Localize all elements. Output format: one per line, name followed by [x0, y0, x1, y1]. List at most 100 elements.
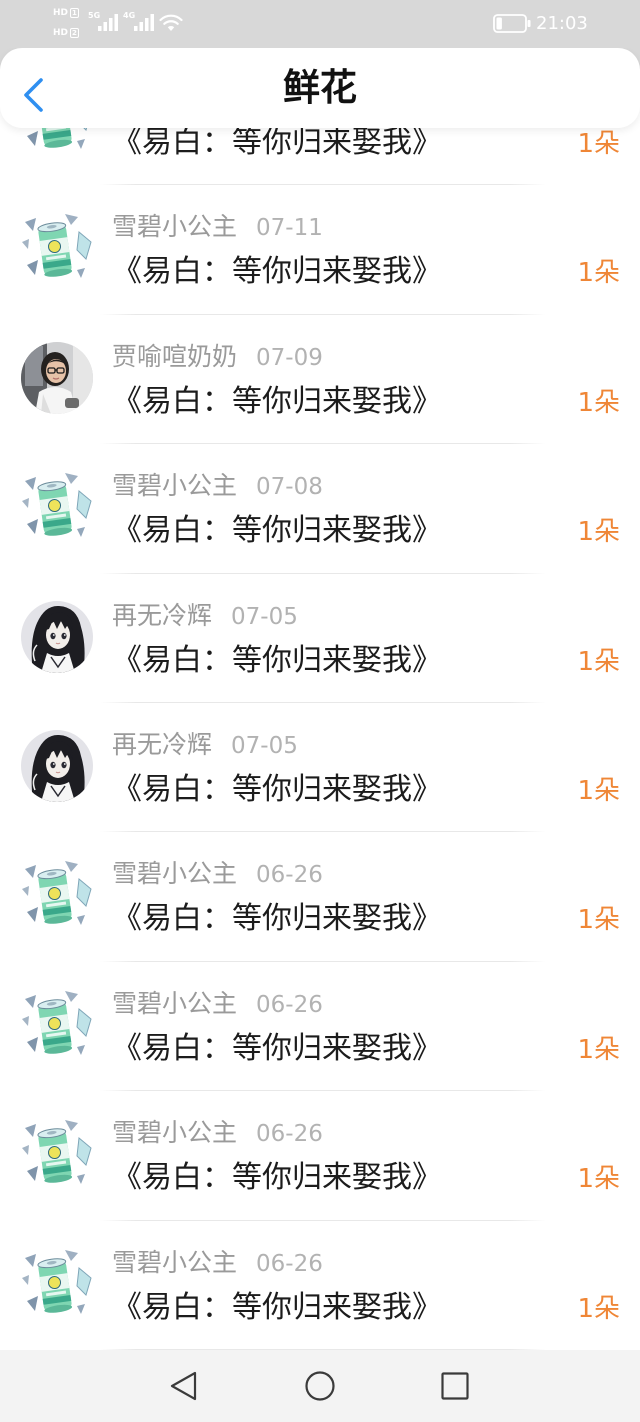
system-navigation-bar — [0, 1350, 640, 1422]
sender-name: 雪碧小公主 — [112, 988, 238, 1018]
sender-info: 雪碧小公主 06-26 — [112, 1248, 323, 1278]
page-title: 鲜花 — [283, 66, 357, 109]
flower-count: 1朵 — [577, 258, 620, 289]
flower-count: 1朵 — [577, 517, 620, 548]
back-triangle-icon[interactable] — [168, 1371, 198, 1401]
sender-info: 再无冷辉 07-05 — [112, 601, 298, 631]
hd-badge-sim1: HD 1 — [53, 7, 79, 19]
photo-avatar-frame — [21, 729, 93, 802]
avatar[interactable] — [21, 471, 93, 543]
book-title: 《易白：等你归来娶我》 — [112, 254, 442, 290]
sender-name: 雪碧小公主 — [112, 1247, 238, 1277]
sender-info: 雪碧小公主 06-26 — [112, 1118, 323, 1148]
sender-info: 雪碧小公主 06-26 — [112, 989, 323, 1019]
soda-can — [37, 999, 73, 1054]
list-item[interactable]: 贾喻喧奶奶 07-09 《易白：等你归来娶我》 1朵 — [0, 315, 640, 445]
book-title: 《易白：等你归来娶我》 — [112, 125, 442, 160]
avatar[interactable] — [21, 212, 93, 284]
sender-info: 雪碧小公主 07-11 — [112, 212, 323, 242]
flower-count: 1朵 — [577, 1034, 620, 1065]
recents-square-icon[interactable] — [441, 1372, 469, 1400]
hd-label: HD — [53, 8, 69, 18]
sender-info: 贾喻喧奶奶 07-09 — [112, 342, 323, 372]
send-date: 07-11 — [256, 215, 323, 242]
avatar[interactable] — [21, 729, 93, 802]
top-app-bar: 鲜花 — [0, 48, 640, 128]
hd-badge-sim2: HD 2 — [53, 27, 79, 39]
soda-can-avatar-image — [22, 990, 92, 1055]
sender-name: 贾喻喧奶奶 — [112, 341, 238, 371]
sender-name: 再无冷辉 — [112, 729, 213, 759]
list-item[interactable]: 再无冷辉 07-05 《易白：等你归来娶我》 1朵 — [0, 703, 640, 833]
sim-slot-number: 2 — [70, 28, 79, 38]
list-item[interactable]: 雪碧小公主 07-08 《易白：等你归来娶我》 1朵 — [0, 444, 640, 574]
send-date: 06-26 — [256, 862, 323, 889]
list-item[interactable]: 雪碧小公主 06-26 《易白：等你归来娶我》 1朵 — [0, 1091, 640, 1221]
send-date: 06-26 — [256, 1250, 323, 1277]
flower-count: 1朵 — [577, 129, 620, 159]
soda-can — [37, 869, 73, 925]
wifi-icon — [159, 14, 183, 31]
avatar[interactable] — [21, 859, 93, 931]
avatar[interactable] — [21, 1118, 93, 1190]
list-item[interactable]: 雪碧小公主 06-26 《易白：等你归来娶我》 1朵 — [0, 1221, 640, 1350]
home-circle-icon[interactable] — [305, 1371, 335, 1401]
sender-name: 再无冷辉 — [112, 600, 213, 630]
avatar[interactable] — [21, 341, 93, 414]
flower-gift-list: 《易白：等你归来娶我》 1朵 雪碧小公主 07-11 《易白：等你归来娶我》 1… — [0, 56, 640, 1350]
send-date: 06-26 — [256, 1121, 323, 1148]
soda-can-avatar-image — [22, 473, 92, 538]
sender-name: 雪碧小公主 — [112, 471, 238, 501]
book-title: 《易白：等你归来娶我》 — [112, 513, 442, 549]
sender-info: 雪碧小公主 07-08 — [112, 471, 323, 501]
avatar[interactable] — [21, 1248, 93, 1320]
flower-count: 1朵 — [577, 387, 620, 418]
photo-avatar-frame — [21, 600, 93, 673]
sender-name: 雪碧小公主 — [112, 212, 238, 242]
anime-girl-avatar-image — [21, 600, 93, 673]
signal-bars-icon — [134, 14, 154, 31]
sender-name: 雪碧小公主 — [112, 1118, 238, 1148]
status-bar: HD 1 HD 2 5G 4G 21:03 — [0, 0, 640, 48]
signal-bars-icon — [98, 14, 118, 31]
clock-time: 21:03 — [536, 13, 588, 34]
send-date: 07-09 — [256, 344, 323, 371]
soda-can — [37, 1128, 73, 1183]
book-title: 《易白：等你归来娶我》 — [112, 1030, 442, 1066]
soda-can-avatar-image — [22, 1249, 92, 1314]
send-date: 06-26 — [256, 991, 323, 1018]
soda-can — [37, 222, 73, 278]
list-item[interactable]: 雪碧小公主 07-11 《易白：等你归来娶我》 1朵 — [0, 185, 640, 315]
soda-can — [37, 1257, 73, 1313]
flower-count: 1朵 — [577, 1293, 620, 1324]
avatar[interactable] — [21, 600, 93, 673]
book-title: 《易白：等你归来娶我》 — [112, 1289, 442, 1325]
battery-icon — [493, 14, 531, 33]
soda-can — [37, 481, 73, 536]
list-item[interactable]: 雪碧小公主 06-26 《易白：等你归来娶我》 1朵 — [0, 832, 640, 962]
girl-photo-avatar-image — [21, 341, 93, 414]
book-title: 《易白：等你归来娶我》 — [112, 1160, 442, 1196]
soda-can-avatar-image — [22, 1120, 92, 1185]
soda-can-avatar-image — [22, 214, 92, 279]
list-item[interactable]: 再无冷辉 07-05 《易白：等你归来娶我》 1朵 — [0, 574, 640, 703]
hd-label: HD — [53, 28, 69, 38]
soda-can-avatar-image — [22, 861, 92, 926]
flower-count: 1朵 — [577, 775, 620, 806]
flower-count: 1朵 — [577, 1164, 620, 1195]
book-title: 《易白：等你归来娶我》 — [112, 771, 442, 807]
flower-count: 1朵 — [577, 905, 620, 936]
list-item[interactable]: 雪碧小公主 06-26 《易白：等你归来娶我》 1朵 — [0, 962, 640, 1092]
book-title: 《易白：等你归来娶我》 — [112, 901, 442, 937]
anime-girl-avatar-image — [21, 729, 93, 802]
sim-slot-number: 1 — [70, 8, 79, 18]
photo-avatar-frame — [21, 341, 93, 414]
sender-info: 雪碧小公主 06-26 — [112, 859, 323, 889]
sender-info: 再无冷辉 07-05 — [112, 730, 298, 760]
send-date: 07-05 — [231, 732, 298, 759]
send-date: 07-05 — [231, 603, 298, 630]
avatar[interactable] — [21, 989, 93, 1061]
sender-name: 雪碧小公主 — [112, 859, 238, 889]
book-title: 《易白：等你归来娶我》 — [112, 383, 442, 419]
flower-count: 1朵 — [577, 646, 620, 677]
